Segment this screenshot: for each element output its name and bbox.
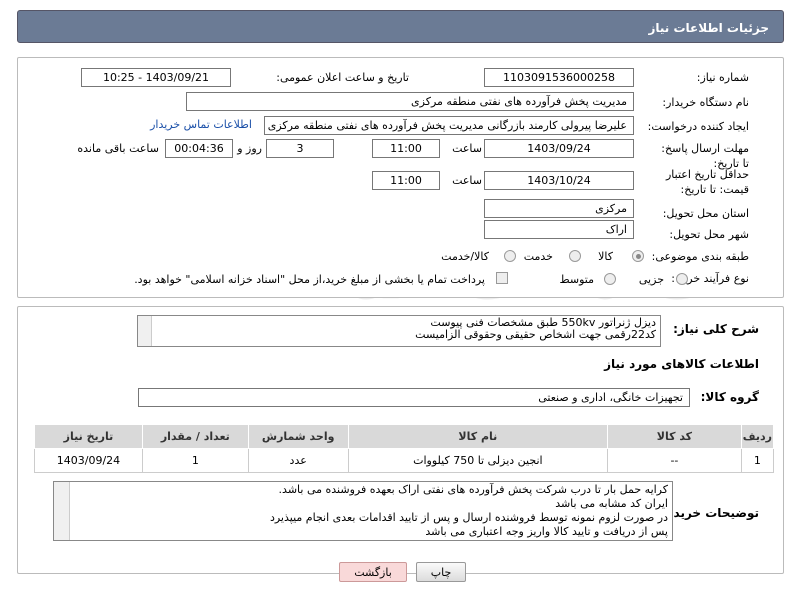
category-goods-service-radio[interactable] <box>504 250 516 262</box>
need-number-label: شماره نیاز: <box>696 71 749 84</box>
category-label: طبقه بندی موضوعی: <box>651 250 749 263</box>
requester-field: علیرضا پیرولی کارمند بازرگانی مدیریت پخش… <box>264 116 634 135</box>
cell-qty: 1 <box>141 448 249 473</box>
col-code: کد کالا <box>607 424 742 449</box>
goods-group-label: گروه کالا: <box>700 390 759 404</box>
col-qty: تعداد / مقدار <box>141 424 249 449</box>
cell-name: انجین دیزلی تا 750 کیلووات <box>347 448 609 473</box>
col-row: ردیف <box>740 424 775 449</box>
category-service-label: خدمت <box>523 250 553 263</box>
deadline-time-field: 11:00 <box>372 139 440 158</box>
days-field: 3 <box>266 139 334 158</box>
buyer-notes-line-3: در صورت لزوم نمونه توسط فروشنده ارسال و … <box>269 511 668 524</box>
buyer-notes-line-1: کرایه حمل بار تا درب شرکت پخش فرآورده ها… <box>278 483 668 496</box>
description-scrollbar[interactable] <box>138 316 152 346</box>
remaining-time-field: 00:04:36 <box>165 139 233 158</box>
goods-info-title: اطلاعات کالاهای مورد نیاز <box>604 357 759 371</box>
purchase-medium-radio[interactable] <box>604 273 616 285</box>
purchase-medium-label: متوسط <box>559 273 594 286</box>
province-label: استان محل تحویل: <box>662 207 749 220</box>
city-field: اراک <box>484 220 634 239</box>
announce-label: تاریخ و ساعت اعلان عمومی: <box>276 71 409 84</box>
buyer-notes-line-4: پس از دریافت و تایید کالا واریز وجه اعتب… <box>425 525 668 538</box>
buyer-org-field: مدیریت پخش فرآورده های نفتی منطقه مرکزی <box>186 92 634 111</box>
cell-unit: عدد <box>247 448 349 473</box>
buyer-notes-scrollbar[interactable] <box>54 482 70 540</box>
city-label: شهر محل تحویل: <box>669 228 749 241</box>
category-goods-label: کالا <box>598 250 613 263</box>
col-unit: واحد شمارش <box>247 424 349 449</box>
back-button[interactable]: بازگشت <box>339 562 407 582</box>
goods-group-field: تجهیزات خانگی، اداری و صنعتی <box>138 388 690 407</box>
purchase-minor-radio[interactable] <box>676 273 688 285</box>
validity-label: حداقل تاریخ اعتبار قیمت: تا تاریخ: <box>665 168 749 196</box>
days-label: روز و <box>237 142 262 155</box>
requester-label: ایجاد کننده درخواست: <box>647 120 749 133</box>
cell-row: 1 <box>740 448 775 473</box>
purchase-minor-label: جزیی <box>638 273 664 286</box>
print-button[interactable]: چاپ <box>416 562 466 582</box>
category-goods-service-label: کالا/خدمت <box>441 250 489 263</box>
deadline-date-field: 1403/09/24 <box>484 139 634 158</box>
description-label: شرح کلی نیاز: <box>673 322 759 336</box>
col-name: نام کالا <box>347 424 609 449</box>
cell-code: -- <box>607 448 742 473</box>
category-goods-radio[interactable] <box>632 250 644 262</box>
contact-info-link[interactable]: اطلاعات تماس خریدار <box>150 118 252 131</box>
cell-date: 1403/09/24 <box>34 448 143 473</box>
announce-field: 1403/09/21 - 10:25 <box>81 68 231 87</box>
deadline-time-label: ساعت <box>452 142 482 155</box>
col-date: تاریخ نیاز <box>34 424 143 449</box>
need-number-field: 1103091536000258 <box>484 68 634 87</box>
table-row: 1 -- انجین دیزلی تا 750 کیلووات عدد 1 14… <box>34 448 775 473</box>
validity-date-field: 1403/10/24 <box>484 171 634 190</box>
items-table: ردیف کد کالا نام کالا واحد شمارش تعداد /… <box>34 424 775 473</box>
treasury-payment-note: پرداخت تمام یا بخشی از مبلغ خرید،از محل … <box>134 273 485 286</box>
remaining-label: ساعت باقی مانده <box>77 142 159 155</box>
buyer-org-label: نام دستگاه خریدار: <box>662 96 749 109</box>
description-textarea[interactable]: دیزل ژنراتور 550kv طبق مشخصات فنی پیوست … <box>137 315 661 347</box>
description-line-2: کد22رقمی جهت اشخاص حقیقی وحقوقی الزامیست <box>415 328 656 341</box>
buyer-notes-textarea[interactable]: کرایه حمل بار تا درب شرکت پخش فرآورده ها… <box>53 481 673 541</box>
page-header: جزئیات اطلاعات نیاز <box>17 10 784 43</box>
buyer-notes-line-2: ایران کد مشابه می باشد <box>555 497 668 510</box>
validity-time-field: 11:00 <box>372 171 440 190</box>
category-service-radio[interactable] <box>569 250 581 262</box>
province-field: مرکزی <box>484 199 634 218</box>
treasury-payment-checkbox[interactable] <box>496 272 508 284</box>
validity-time-label: ساعت <box>452 174 482 187</box>
